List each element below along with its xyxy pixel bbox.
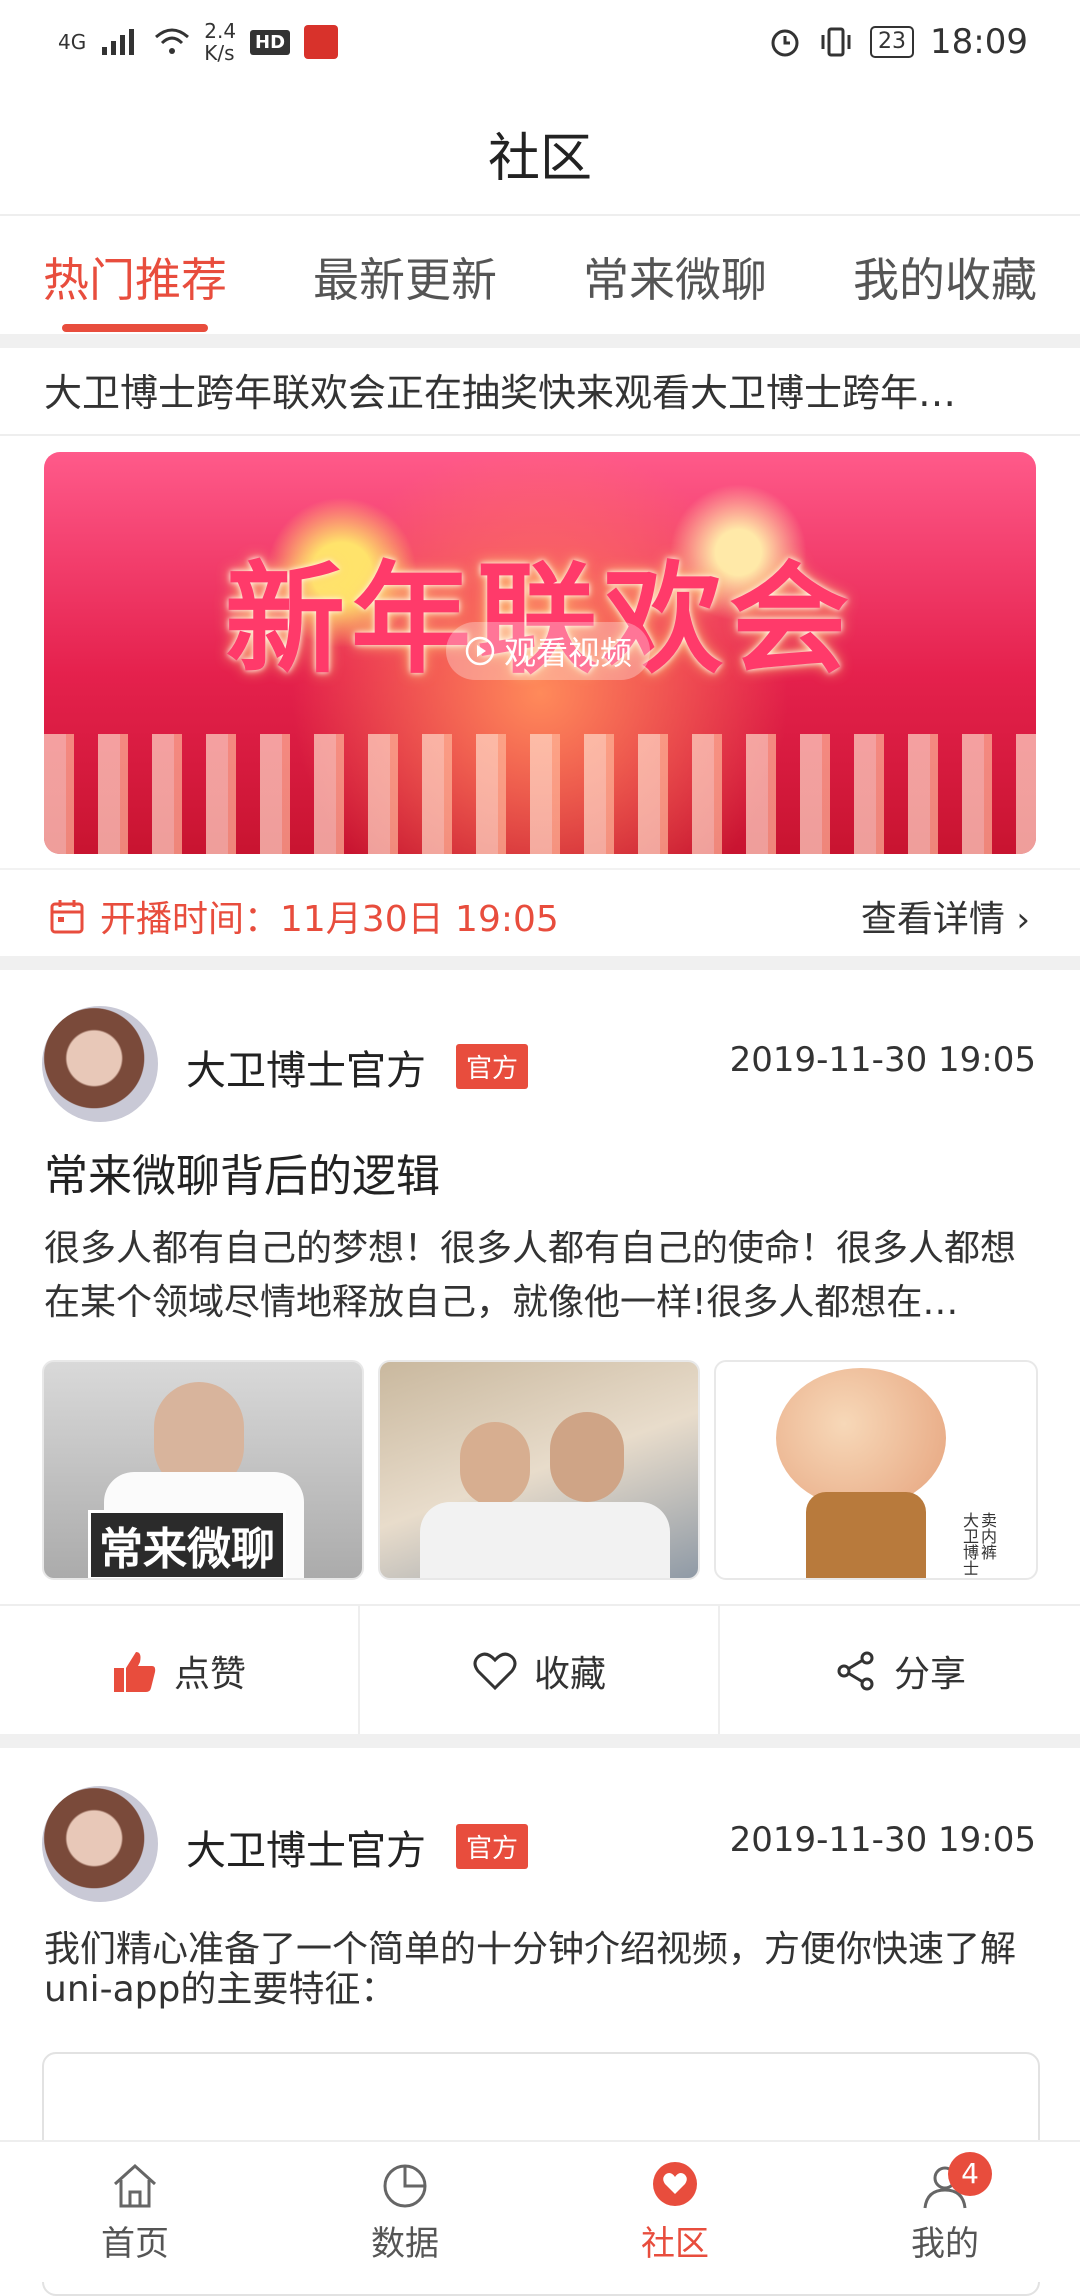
active-tab-indicator: [62, 324, 208, 332]
avatar[interactable]: [42, 1006, 158, 1122]
alarm-icon: [771, 29, 799, 57]
person-graphic: [550, 1412, 624, 1502]
post-author[interactable]: 大卫博士官方: [186, 1818, 426, 1876]
play-icon: [465, 636, 495, 666]
notice-text[interactable]: 大卫博士跨年联欢会正在抽奖快来观看大卫博士跨年…: [44, 362, 1034, 417]
post-author[interactable]: 大卫博士官方: [186, 1038, 426, 1096]
vibrate-icon: [821, 27, 851, 57]
divider: [0, 434, 1080, 436]
banner-city-graphic: [44, 734, 1036, 854]
status-right: 23 18:09: [768, 22, 1028, 62]
share-button[interactable]: 分享: [720, 1606, 1080, 1736]
signal-icon: [102, 29, 135, 55]
calendar-icon: [50, 900, 84, 934]
person-graphic: [460, 1422, 530, 1506]
post-image[interactable]: 常来微聊: [42, 1360, 364, 1580]
tab-latest[interactable]: 最新更新: [270, 244, 540, 310]
share-label: 分享: [893, 1654, 966, 1695]
clock: 18:09: [930, 22, 1028, 62]
favorite-button[interactable]: 收藏: [360, 1606, 718, 1736]
app-notification-icon: [304, 25, 339, 59]
live-info-bar: 开播时间：11月30日 19:05 查看详情 ›: [0, 868, 1080, 956]
tabbar-item-data[interactable]: 数据: [270, 2160, 540, 2265]
post-excerpt[interactable]: 很多人都有自己的梦想！很多人都有自己的使命！很多人都想在某个领域尽情地释放自己，…: [44, 1222, 1034, 1330]
divider: [0, 334, 1080, 348]
avatar[interactable]: [42, 1786, 158, 1902]
network-label: 4G: [58, 30, 87, 54]
official-badge: 官方: [456, 1824, 529, 1869]
heart-chat-icon: [653, 2162, 697, 2206]
post-date: 2019-11-30 19:05: [729, 1040, 1036, 1080]
watch-video-button[interactable]: 观看视频: [446, 622, 651, 680]
view-details-label: 查看详情: [860, 899, 1005, 940]
favorite-label: 收藏: [533, 1654, 606, 1695]
tabbar-item-home[interactable]: 首页: [0, 2160, 270, 2265]
live-time: 开播时间：11月30日 19:05: [48, 890, 559, 942]
tabbar-label: 数据: [371, 2224, 439, 2264]
wifi-icon: [155, 28, 190, 54]
notification-badge: 4: [948, 2152, 992, 2196]
heart-icon: [473, 1652, 517, 1691]
image-caption: 常来微聊: [88, 1510, 286, 1578]
home-icon: [113, 2163, 157, 2208]
share-icon: [837, 1651, 874, 1691]
tab-chat[interactable]: 常来微聊: [540, 244, 810, 310]
title-bar: 社区: [0, 90, 1080, 216]
like-button[interactable]: 点赞: [0, 1606, 358, 1736]
cartoon-head-graphic: [776, 1368, 946, 1508]
tabbar-label: 社区: [641, 2224, 709, 2264]
pie-chart-icon: [383, 2164, 427, 2208]
cartoon-body-graphic: [806, 1492, 926, 1578]
image-caption: 卖内裤 大卫博士: [960, 1512, 997, 1576]
watch-video-label: 观看视频: [504, 634, 633, 672]
shirt-graphic: [420, 1502, 670, 1578]
event-banner[interactable]: 新年联欢会 观看视频: [44, 452, 1036, 854]
tabbar-item-profile[interactable]: 我的: [810, 2160, 1080, 2265]
official-badge: 官方: [456, 1044, 529, 1089]
tab-hot[interactable]: 热门推荐: [0, 244, 270, 310]
hd-badge: HD: [250, 29, 291, 55]
chevron-right-icon: ›: [1016, 900, 1030, 940]
like-label: 点赞: [173, 1654, 246, 1695]
thumbs-up-icon: [113, 1652, 156, 1692]
status-bar: 4G 2.4 K/s HD 23 18:09: [0, 0, 1080, 90]
post-image[interactable]: [378, 1360, 700, 1580]
post-date: 2019-11-30 19:05: [729, 1820, 1036, 1860]
view-details-link[interactable]: 查看详情 ›: [861, 890, 1030, 942]
tabbar-item-community[interactable]: 社区: [540, 2160, 810, 2265]
live-time-label: 开播时间：11月30日 19:05: [100, 899, 559, 940]
post-title[interactable]: 常来微聊背后的逻辑: [44, 1140, 440, 1204]
post-excerpt[interactable]: 我们精心准备了一个简单的十分钟介绍视频，方便你快速了解uni-app的主要特征：: [44, 1930, 1034, 2010]
status-left: 4G 2.4 K/s HD: [58, 19, 339, 65]
page-title: 社区: [487, 129, 592, 189]
tabbar-label: 首页: [101, 2224, 169, 2264]
net-speed: 2.4 K/s: [204, 19, 237, 65]
battery-level: 23: [870, 26, 915, 58]
category-tabs: 热门推荐 最新更新 常来微聊 我的收藏: [0, 216, 1080, 334]
post-actions: 点赞 收藏 分享: [0, 1604, 1080, 1736]
bottom-tab-bar: 首页 数据 社区 我的: [0, 2140, 1080, 2282]
divider: [0, 956, 1080, 970]
divider: [0, 1734, 1080, 1748]
tabbar-label: 我的: [911, 2224, 979, 2264]
post-image[interactable]: 卖内裤 大卫博士: [714, 1360, 1038, 1580]
tab-favorites[interactable]: 我的收藏: [810, 244, 1080, 310]
